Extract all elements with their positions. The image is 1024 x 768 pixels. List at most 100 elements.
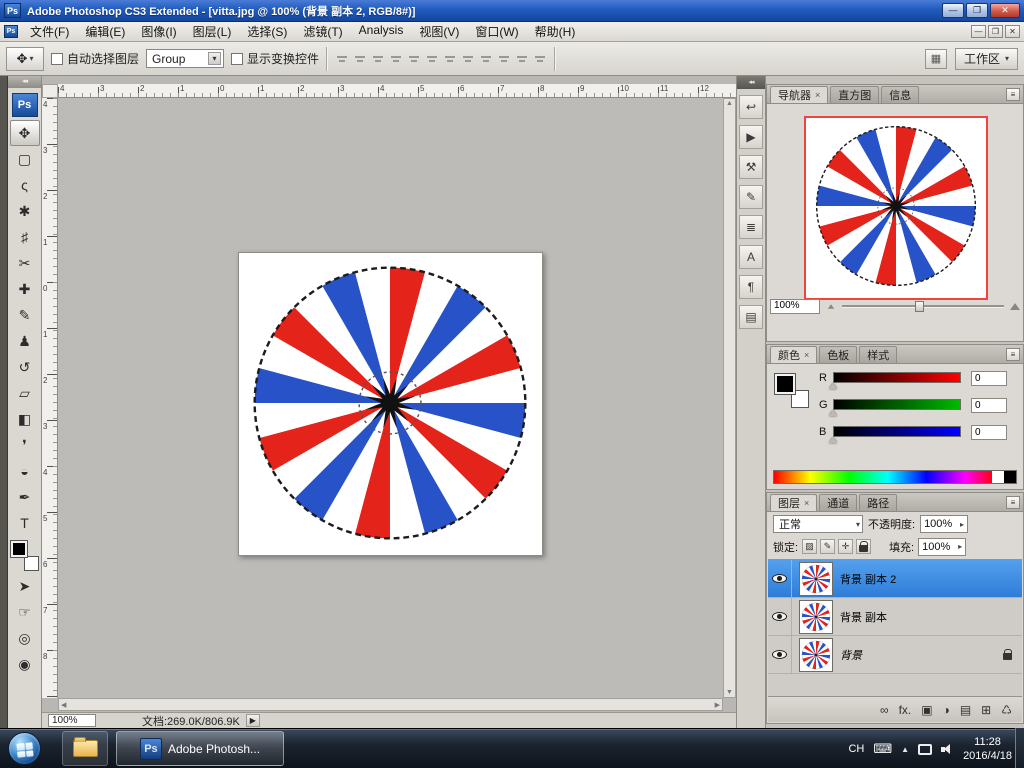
channel-slider[interactable]	[833, 372, 961, 383]
quick-selection-tool[interactable]: ✱	[10, 198, 40, 224]
explorer-taskbar-button[interactable]	[62, 731, 108, 766]
align-bottom-edges-icon[interactable]	[370, 51, 385, 66]
info-panel-icon[interactable]: ▤	[739, 305, 763, 329]
opacity-input[interactable]: 100% ▸	[920, 515, 968, 533]
foreground-color-swatch[interactable]	[775, 374, 795, 394]
layer-mask-icon[interactable]: ▣	[921, 703, 932, 717]
tab-close-icon[interactable]: ×	[815, 90, 820, 100]
status-zoom-input[interactable]: 100%	[48, 714, 96, 727]
tab-close-icon[interactable]: ×	[804, 350, 809, 360]
photoshop-taskbar-button[interactable]: Ps Adobe Photosh...	[116, 731, 284, 766]
move-tool[interactable]: ✥	[10, 120, 40, 146]
slice-tool[interactable]: ✂	[10, 250, 40, 276]
brushes-panel-icon[interactable]: ✎	[739, 185, 763, 209]
distribute-horizontal-centers-icon[interactable]	[514, 51, 529, 66]
pen-tool[interactable]: ✒	[10, 484, 40, 510]
navigator-view-box[interactable]	[804, 116, 988, 300]
horizontal-scrollbar[interactable]: ◀ ▶	[58, 698, 723, 711]
menu-item-4[interactable]: 选择(S)	[239, 21, 295, 42]
color-tab-0[interactable]: 颜色×	[770, 346, 817, 363]
gradient-tool[interactable]: ◧	[10, 406, 40, 432]
history-brush-tool[interactable]: ↺	[10, 354, 40, 380]
layer-group-icon[interactable]: ▤	[960, 703, 971, 717]
color-ramp[interactable]	[773, 470, 1017, 484]
network-icon[interactable]	[918, 744, 932, 755]
scroll-right-icon[interactable]: ▶	[715, 701, 720, 709]
background-color-swatch[interactable]	[24, 556, 39, 571]
auto-select-layer-option[interactable]: 自动选择图层	[51, 50, 139, 67]
show-transform-option[interactable]: 显示变换控件	[231, 50, 319, 67]
rectangular-marquee-tool[interactable]: ▢	[10, 146, 40, 172]
color-tab-2[interactable]: 样式	[859, 346, 897, 363]
fill-input[interactable]: 100% ▸	[918, 538, 966, 556]
align-left-edges-icon[interactable]	[388, 51, 403, 66]
navigator-zoom-input[interactable]: 100%	[770, 299, 820, 314]
doc-close-button[interactable]: ✕	[1005, 25, 1020, 38]
eraser-tool[interactable]: ▱	[10, 380, 40, 406]
channel-value-input[interactable]: 0	[971, 425, 1007, 440]
document-viewport[interactable]	[58, 98, 723, 698]
status-menu-button[interactable]: ▶	[246, 714, 260, 727]
layer-style-icon[interactable]: fx.	[899, 703, 912, 717]
path-selection-tool[interactable]: ➤	[10, 573, 40, 599]
doc-minimize-button[interactable]: —	[971, 25, 986, 38]
menu-item-6[interactable]: Analysis	[351, 21, 412, 42]
auto-select-checkbox[interactable]	[51, 53, 63, 65]
healing-brush-tool[interactable]: ✚	[10, 276, 40, 302]
lock-image-pixels-icon[interactable]: ✎	[820, 539, 835, 554]
document[interactable]	[238, 252, 543, 556]
scroll-down-icon[interactable]: ▼	[726, 689, 733, 696]
slider-thumb-icon[interactable]	[829, 383, 837, 389]
layer-comps-panel-icon[interactable]: ≣	[739, 215, 763, 239]
visibility-toggle[interactable]	[768, 598, 792, 635]
character-panel-icon[interactable]: A	[739, 245, 763, 269]
navigator-tab-2[interactable]: 信息	[881, 86, 919, 103]
start-button[interactable]	[8, 732, 41, 765]
foreground-color-swatch[interactable]	[11, 541, 27, 557]
dodge-tool[interactable]: ◒	[10, 458, 40, 484]
menu-item-5[interactable]: 滤镜(T)	[295, 21, 350, 42]
align-vertical-centers-icon[interactable]	[352, 51, 367, 66]
actions-panel-icon[interactable]: ▶	[739, 125, 763, 149]
color-tab-1[interactable]: 色板	[819, 346, 857, 363]
channel-value-input[interactable]: 0	[971, 398, 1007, 413]
close-button[interactable]: ✕	[990, 3, 1020, 18]
quick-mask-button[interactable]: ◉	[10, 651, 40, 677]
layers-tab-0[interactable]: 图层×	[770, 494, 817, 511]
scroll-up-icon[interactable]: ▲	[726, 100, 733, 107]
lock-position-icon[interactable]: ✛	[838, 539, 853, 554]
clock[interactable]: 11:28 2016/4/18	[963, 735, 1012, 764]
zoom-out-icon[interactable]	[828, 304, 835, 309]
dock-collapse-header[interactable]: ◂◂	[737, 76, 765, 89]
lasso-tool[interactable]: ς	[10, 172, 40, 198]
maximize-button[interactable]: ❐	[966, 3, 988, 18]
group-select[interactable]: Group ▾	[146, 49, 224, 68]
link-layers-icon[interactable]: ∞	[880, 703, 889, 717]
scroll-left-icon[interactable]: ◀	[61, 701, 66, 709]
layer-row-2[interactable]: 背景	[768, 636, 1022, 674]
layer-row-1[interactable]: 背景 副本	[768, 598, 1022, 636]
layers-tab-2[interactable]: 路径	[859, 494, 897, 511]
keyboard-icon[interactable]: ⌨	[873, 741, 892, 757]
zoom-slider-thumb[interactable]	[915, 301, 924, 312]
blur-tool[interactable]: ❜	[10, 432, 40, 458]
menu-item-0[interactable]: 文件(F)	[22, 21, 77, 42]
channel-value-input[interactable]: 0	[971, 371, 1007, 386]
visibility-toggle[interactable]	[768, 560, 792, 597]
lock-transparent-pixels-icon[interactable]: ▨	[802, 539, 817, 554]
navigator-tab-0[interactable]: 导航器×	[770, 86, 828, 103]
brush-tool[interactable]: ✎	[10, 302, 40, 328]
menu-item-2[interactable]: 图像(I)	[133, 21, 184, 42]
menu-item-3[interactable]: 图层(L)	[185, 21, 240, 42]
show-desktop-button[interactable]	[1015, 728, 1024, 768]
ramp-black-swatch[interactable]	[1004, 471, 1016, 483]
align-top-edges-icon[interactable]	[334, 51, 349, 66]
document-image[interactable]	[245, 258, 535, 548]
show-hidden-icons-button[interactable]: ▲	[901, 745, 909, 754]
new-layer-icon[interactable]: ⊞	[981, 703, 991, 717]
menu-item-7[interactable]: 视图(V)	[411, 21, 467, 42]
zoom-tool[interactable]: ◎	[10, 625, 40, 651]
align-horizontal-centers-icon[interactable]	[406, 51, 421, 66]
hand-tool[interactable]: ☞	[10, 599, 40, 625]
vertical-scrollbar[interactable]: ▲ ▼	[723, 98, 736, 698]
